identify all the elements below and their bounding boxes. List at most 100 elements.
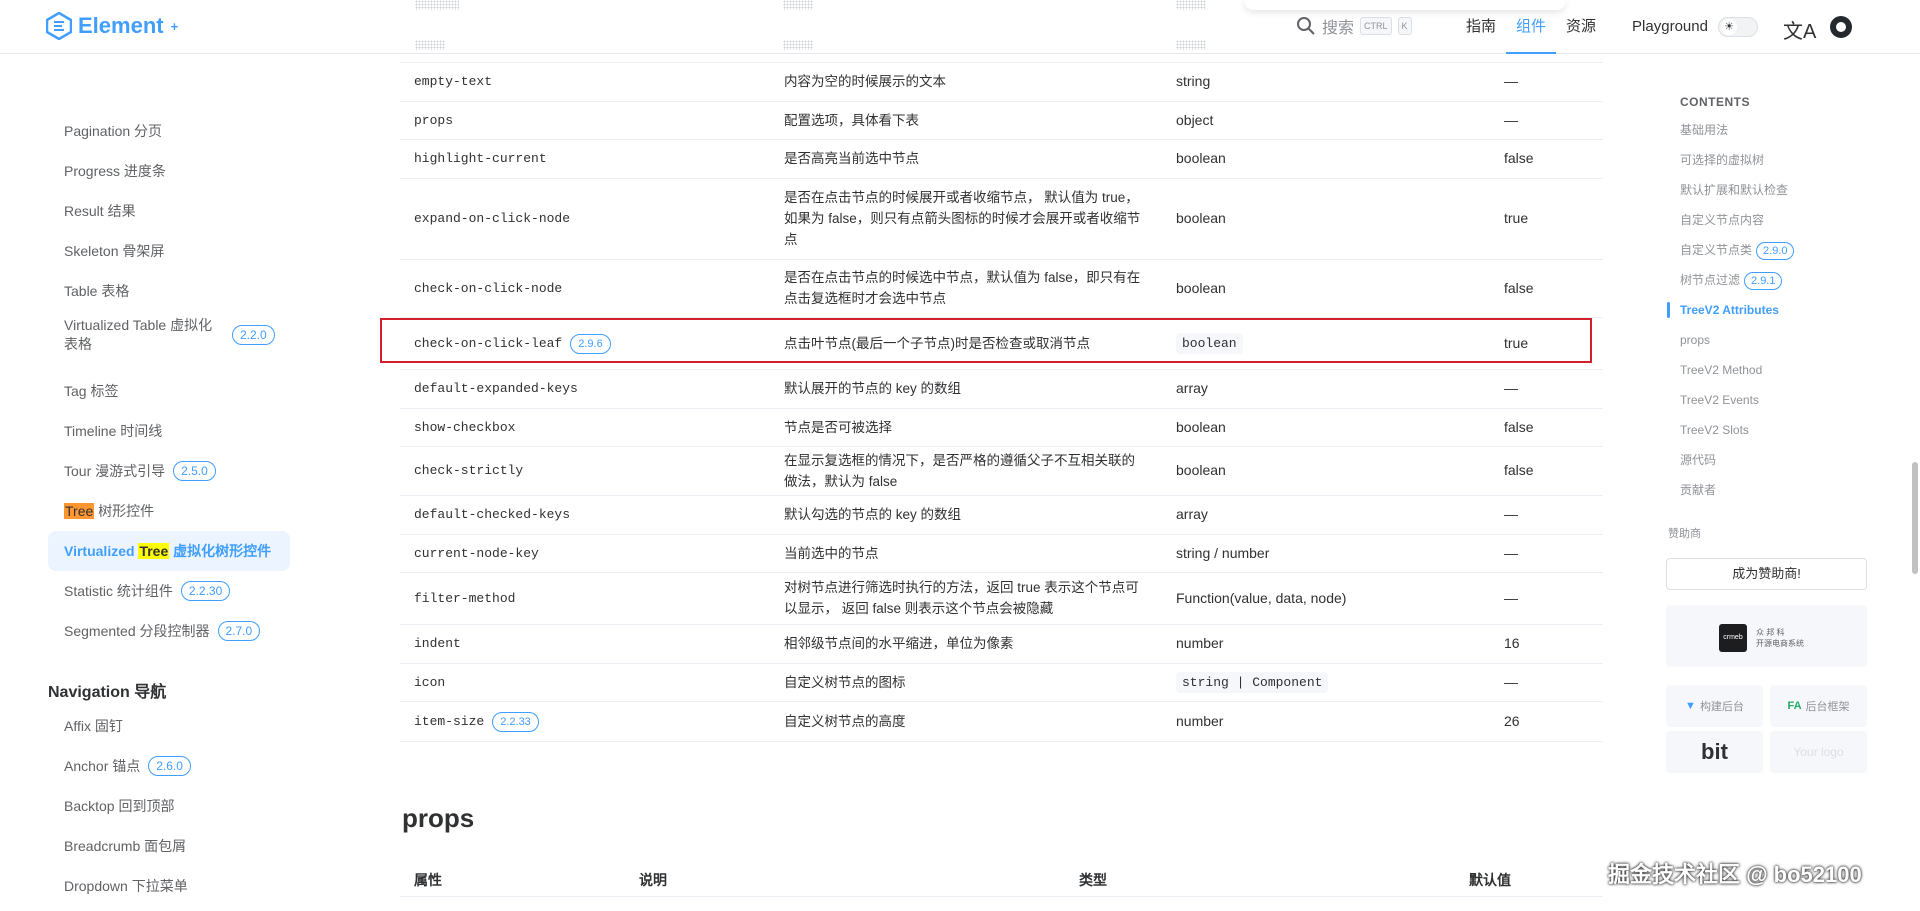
sidebar-item-tag[interactable]: Tag 标签 (48, 371, 290, 411)
toc-item[interactable]: TreeV2 Method (1680, 360, 1762, 380)
cell-description: 是否在点击节点的时候选中节点，默认值为 false，即只有在点击复选框时才会选中… (770, 259, 1162, 318)
sidebar-item-skeleton[interactable]: Skeleton 骨架屏 (48, 231, 290, 271)
toc-item[interactable]: props (1680, 330, 1710, 350)
cell-attribute: check-strictly (400, 446, 770, 496)
sidebar-item-progress[interactable]: Progress 进度条 (48, 151, 290, 191)
table-row: highlight-current 是否高亮当前选中节点 boolean false (400, 139, 1603, 179)
toc-item-label: 默认扩展和默认检查 (1680, 183, 1789, 197)
attribute-name: default-expanded-keys (414, 381, 578, 396)
description-text: 相邻级节点间的水平缩进，单位为像素 (784, 636, 1014, 651)
logo-text: Element (78, 13, 164, 38)
cell-description: 配置选项，具体看下表 (770, 101, 1162, 140)
attribute-name: check-strictly (414, 463, 524, 478)
cell-description: 默认勾选的节点的 key 的数组 (770, 495, 1162, 535)
sponsor-label: 赞助商 (1668, 528, 1701, 540)
cell-default: true (1490, 317, 1603, 370)
sidebar-item-label: Pagination 分页 (64, 123, 163, 139)
version-badge: 2.9.0 (1756, 242, 1795, 260)
sidebar-item-dropdown[interactable]: Dropdown 下拉菜单 (48, 866, 290, 906)
sidebar-item-table[interactable]: Table 表格 (48, 271, 290, 311)
search-box[interactable]: 搜索 CTRL K (1296, 14, 1412, 38)
table-row: current-node-key 当前选中的节点 string / number — (400, 534, 1603, 573)
cell-attribute: filter-method (400, 572, 770, 625)
toc-item[interactable]: 默认扩展和默认检查 (1680, 180, 1788, 200)
default-value: true (1504, 334, 1529, 351)
default-value: — (1504, 673, 1518, 690)
crmeb-text: 众 邦 科开源电商系统 (1756, 627, 1804, 649)
cell-type: string (1162, 63, 1490, 102)
cell-default: — (1490, 495, 1603, 535)
default-value: false (1504, 462, 1534, 478)
toc-item[interactable]: 源代码 (1680, 450, 1716, 470)
become-sponsor-button[interactable]: 成为赞助商! (1666, 558, 1867, 590)
default-value: false (1504, 150, 1534, 166)
sidebar-item-virtualized-table[interactable]: Virtualized Table 虚拟化 表格 2.2.0 (48, 311, 290, 359)
attribute-name: default-checked-keys (414, 507, 571, 522)
type-value: number (1176, 635, 1224, 651)
language-icon[interactable]: 文A (1783, 15, 1816, 44)
attribute-name: indent (414, 636, 461, 651)
props-table-header: 属性 说明 类型 默认值 (400, 861, 1603, 897)
cell-attribute: expand-on-click-node (400, 178, 770, 260)
sidebar-item-timeline[interactable]: Timeline 时间线 (48, 411, 290, 451)
toc-item[interactable]: 自定义节点内容 (1680, 210, 1764, 230)
crmeb-text-1: 众 邦 科 (1756, 628, 1785, 637)
sidebar-item-backtop[interactable]: Backtop 回到顶部 (48, 786, 290, 826)
nav-resources[interactable]: 资源 (1556, 0, 1606, 54)
sponsor-admin-framework[interactable]: FA 后台框架 (1770, 685, 1867, 727)
description-text: 是否高亮当前选中节点 (784, 151, 919, 166)
default-value: — (1504, 544, 1518, 561)
toc-item[interactable]: 可选择的虚拟树 (1680, 150, 1764, 170)
sidebar-item-label: Table 表格 (64, 283, 130, 299)
cell-attribute: icon (400, 663, 770, 702)
sidebar-item-result[interactable]: Result 结果 (48, 191, 290, 231)
toc-item-label: 贡献者 (1680, 483, 1717, 497)
search-placeholder: 搜索 (1322, 20, 1355, 37)
sidebar-item-affix[interactable]: Affix 固钉 (48, 706, 290, 746)
toc-item[interactable]: 自定义节点类 2.9.0 (1680, 240, 1795, 260)
toc-item[interactable]: 树节点过滤 2.9.1 (1680, 270, 1783, 290)
sidebar-item-virtualized-tree[interactable]: Virtualized Tree 虚拟化树形控件 (48, 531, 290, 571)
faded-header-dots (1176, 0, 1206, 10)
sidebar-item-pagination[interactable]: Pagination 分页 (48, 111, 290, 151)
cell-default: false (1490, 446, 1603, 496)
attribute-name: show-checkbox (414, 419, 516, 435)
toc-item-label: 自定义节点类 (1680, 243, 1753, 257)
github-icon[interactable] (1830, 16, 1852, 38)
nav-playground[interactable]: Playground (1622, 0, 1718, 54)
cell-type: array (1162, 495, 1490, 535)
sidebar-item-segmented[interactable]: Segmented 分段控制器 2.7.0 (48, 611, 290, 651)
type-value: string / number (1176, 544, 1270, 561)
cell-attribute: show-checkbox (400, 408, 770, 447)
theme-toggle-switch[interactable] (1718, 17, 1758, 37)
sponsor-build-admin[interactable]: ▼ 构建后台 (1666, 685, 1763, 727)
sidebar-item-tree[interactable]: Tree 树形控件 (48, 491, 290, 531)
sidebar-item-breadcrumb[interactable]: Breadcrumb 面包屑 (48, 826, 290, 866)
cell-type: string / number (1162, 534, 1490, 573)
sponsor-bit[interactable]: bit (1666, 731, 1763, 773)
description-text: 是否在点击节点的时候选中节点，默认值为 false，即只有在点击复选框时才会选中… (784, 270, 1141, 306)
sidebar-item-statistic[interactable]: Statistic 统计组件 2.2.30 (48, 571, 290, 611)
sponsor-your-logo[interactable]: Your logo (1770, 731, 1867, 773)
toc-item[interactable]: TreeV2 Slots (1680, 420, 1749, 440)
sidebar-item-tour[interactable]: Tour 漫游式引导 2.5.0 (48, 451, 290, 491)
description-text: 点击叶节点(最后一个子节点)时是否检查或取消节点 (784, 335, 1090, 351)
watermark: 掘金技术社区 @ bo52100 (1608, 862, 1862, 887)
toc-item[interactable]: 贡献者 (1680, 480, 1716, 500)
toc-item[interactable]: 基础用法 (1680, 120, 1728, 140)
cell-attribute: props (400, 101, 770, 140)
element-logo[interactable]: Element + (46, 12, 178, 40)
top-header: Element+ 搜索 CTRL K 指南 组件 资源 Playground 文… (0, 0, 1920, 54)
cell-attribute: indent (400, 624, 770, 664)
cell-attribute: highlight-current (400, 139, 770, 179)
toc-item-label: 树节点过滤 (1680, 273, 1741, 287)
description-text: 自定义树节点的图标 (784, 674, 906, 690)
sidebar-item-anchor[interactable]: Anchor 锚点 2.6.0 (48, 746, 290, 786)
type-value: array (1176, 506, 1208, 522)
sidebar-item-label: Virtualized Tree 虚拟化树形控件 (64, 541, 271, 561)
page-scrollbar[interactable] (1912, 462, 1918, 574)
sponsor-crmeb[interactable]: crmeb 众 邦 科开源电商系统 (1666, 605, 1867, 667)
toc-item[interactable]: TreeV2 Events (1680, 390, 1759, 410)
toc-item[interactable]: TreeV2 Attributes (1680, 300, 1779, 320)
faded-header-dots (783, 40, 813, 50)
